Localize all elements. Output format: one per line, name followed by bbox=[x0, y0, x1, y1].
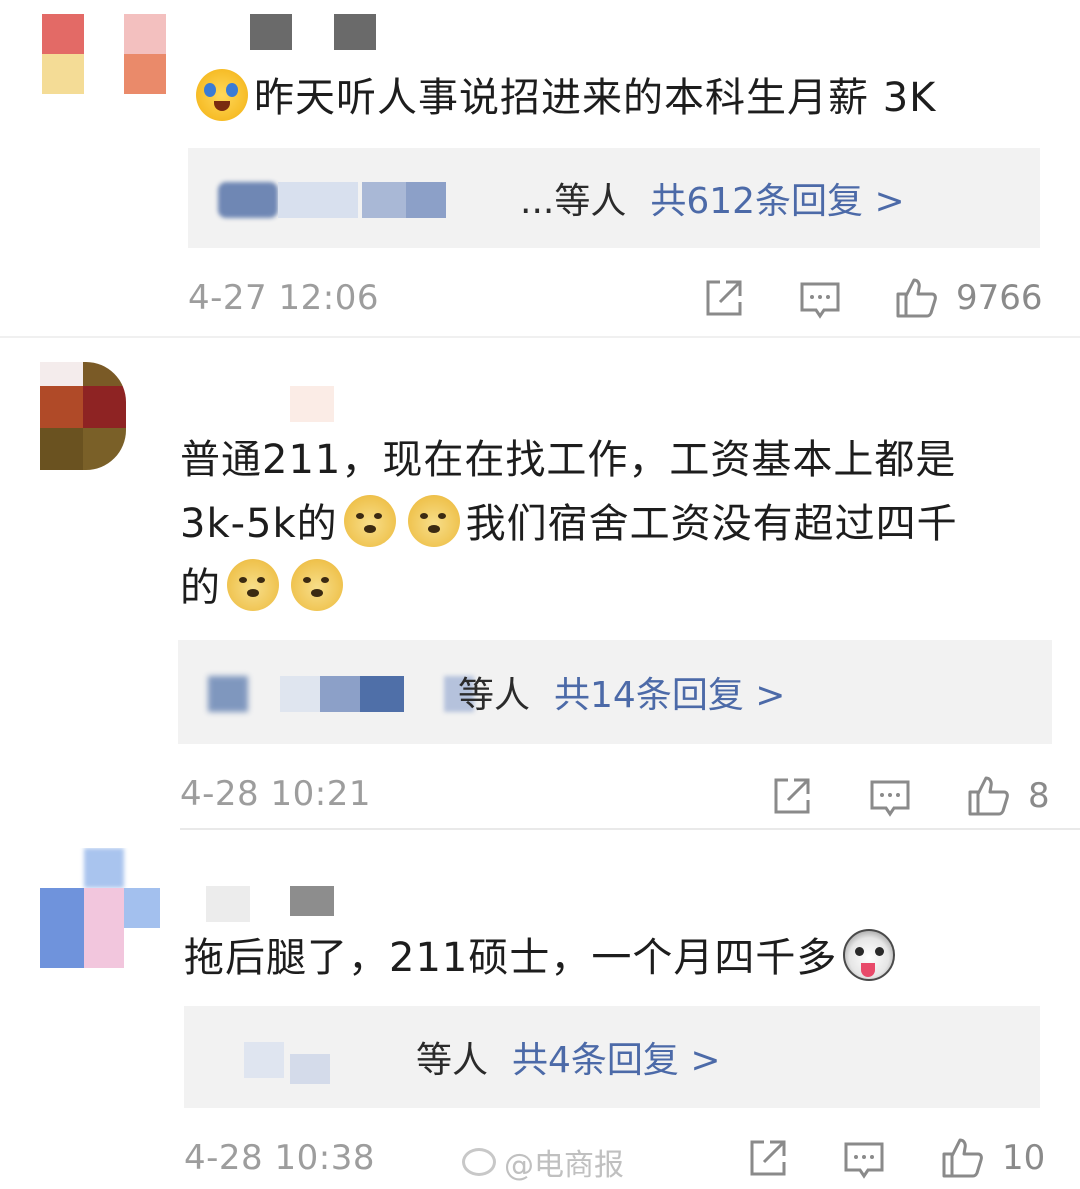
thumbs-up-icon[interactable] bbox=[966, 774, 1010, 818]
username[interactable] bbox=[206, 886, 334, 922]
like-count: 8 bbox=[1028, 776, 1050, 816]
username[interactable] bbox=[290, 386, 334, 422]
comment-text: 昨天听人事说招进来的本科生月薪 3K bbox=[190, 66, 936, 130]
reply-others-label: 等人 bbox=[458, 675, 531, 716]
reply-count-link[interactable]: 共612条回复 > bbox=[650, 172, 904, 224]
comment-item: 昨天听人事说招进来的本科生月薪 3K ...等人 共612条回复 > 4-27 … bbox=[0, 0, 1080, 338]
comment-text: 拖后腿了，211硕士，一个月四千多 bbox=[184, 926, 901, 990]
like-count: 9766 bbox=[956, 278, 1043, 318]
share-icon[interactable] bbox=[770, 774, 814, 818]
like-count: 10 bbox=[1002, 1138, 1046, 1178]
timestamp: 4-27 12:06 bbox=[188, 278, 379, 318]
comment-text: 普通211，现在在找工作，工资基本上都是 3k-5k的 我们宿舍工资没有超过四千 … bbox=[180, 428, 1020, 620]
comment-text-line: 的 bbox=[180, 556, 1020, 620]
crying-emoji-icon bbox=[196, 69, 248, 121]
share-icon[interactable] bbox=[746, 1136, 790, 1180]
avatar[interactable] bbox=[40, 362, 126, 470]
comment-text-line: 3k-5k的 我们宿舍工资没有超过四千 bbox=[180, 492, 1020, 556]
share-icon[interactable] bbox=[702, 276, 746, 320]
thumbs-up-icon[interactable] bbox=[894, 276, 938, 320]
doge-emoji-icon bbox=[407, 495, 460, 547]
reply-usernames bbox=[224, 1036, 404, 1084]
reply-count-link[interactable]: 共14条回复 > bbox=[554, 666, 785, 718]
reply-others-label: ...等人 bbox=[520, 181, 627, 222]
reply-preview[interactable]: 等人 共14条回复 > bbox=[178, 640, 1052, 744]
comment-icon[interactable] bbox=[842, 1138, 886, 1182]
thumbs-up-icon[interactable] bbox=[940, 1136, 984, 1180]
doge-emoji-icon bbox=[343, 495, 396, 547]
timestamp: 4-28 10:21 bbox=[180, 774, 371, 814]
reply-usernames bbox=[218, 178, 518, 220]
weibo-logo-icon bbox=[462, 1148, 496, 1176]
comment-text-line: 普通211，现在在找工作，工资基本上都是 bbox=[180, 437, 957, 483]
reply-count-link[interactable]: 共4条回复 > bbox=[512, 1031, 721, 1083]
doge-emoji-icon bbox=[227, 559, 279, 611]
doge-emoji-icon bbox=[291, 559, 343, 611]
reply-preview[interactable]: 等人 共4条回复 > bbox=[184, 1006, 1040, 1108]
username[interactable] bbox=[250, 14, 376, 50]
comment-icon[interactable] bbox=[868, 776, 912, 820]
avatar[interactable] bbox=[40, 12, 166, 96]
reply-others-label: 等人 bbox=[416, 1040, 489, 1081]
avatar[interactable] bbox=[40, 848, 160, 970]
reply-preview[interactable]: ...等人 共612条回复 > bbox=[188, 148, 1040, 248]
timestamp: 4-28 10:38 bbox=[184, 1138, 375, 1178]
watermark: @电商报 bbox=[462, 1140, 624, 1184]
comment-item: 普通211，现在在找工作，工资基本上都是 3k-5k的 我们宿舍工资没有超过四千 … bbox=[0, 338, 1080, 830]
husky-emoji-icon bbox=[843, 929, 896, 981]
comment-icon[interactable] bbox=[798, 278, 842, 322]
reply-usernames bbox=[208, 672, 474, 714]
comment-item: 拖后腿了，211硕士，一个月四千多 等人 共4条回复 > 4-28 10:38 … bbox=[0, 830, 1080, 1189]
